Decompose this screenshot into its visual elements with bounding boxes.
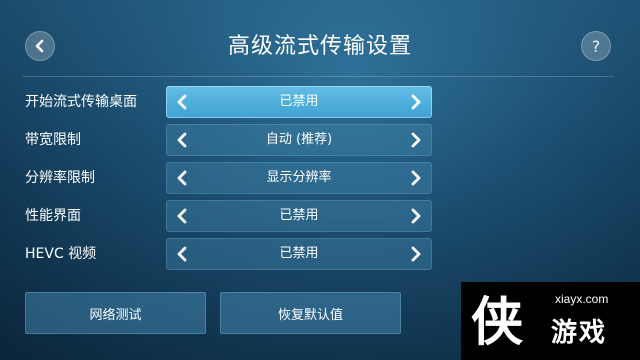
restore-defaults-button[interactable]: 恢复默认值 bbox=[220, 292, 401, 334]
previous-option-button[interactable] bbox=[166, 238, 198, 270]
selector-value: 自动 (推荐) bbox=[265, 132, 333, 147]
selector-value: 显示分辨率 bbox=[266, 170, 332, 185]
network-test-button[interactable]: 网络测试 bbox=[25, 292, 206, 334]
previous-option-button[interactable] bbox=[166, 200, 198, 232]
header-divider bbox=[22, 76, 614, 77]
next-option-button[interactable] bbox=[400, 86, 432, 118]
chevron-left-icon bbox=[177, 170, 187, 186]
setting-label-stream-desktop: 开始流式传输桌面 bbox=[25, 94, 137, 110]
setting-label-hevc: HEVC 视频 bbox=[25, 246, 97, 262]
chevron-right-icon bbox=[411, 94, 421, 110]
selector-hevc[interactable]: 已禁用 bbox=[166, 238, 432, 270]
question-icon: ? bbox=[591, 36, 601, 56]
back-button[interactable] bbox=[25, 31, 55, 61]
next-option-button[interactable] bbox=[400, 162, 432, 194]
chevron-right-icon bbox=[411, 170, 421, 186]
previous-option-button[interactable] bbox=[166, 86, 198, 118]
watermark-logo: 侠 xiayx.com 游戏 bbox=[461, 282, 640, 360]
previous-option-button[interactable] bbox=[166, 124, 198, 156]
selector-resolution[interactable]: 显示分辨率 bbox=[166, 162, 432, 194]
next-option-button[interactable] bbox=[400, 200, 432, 232]
chevron-left-icon bbox=[177, 246, 187, 262]
next-option-button[interactable] bbox=[400, 238, 432, 270]
selector-stream-desktop[interactable]: 已禁用 bbox=[166, 86, 432, 118]
help-button[interactable]: ? bbox=[581, 31, 611, 61]
selector-value: 已禁用 bbox=[279, 94, 319, 109]
setting-label-bandwidth: 带宽限制 bbox=[25, 132, 81, 148]
chevron-left-icon bbox=[177, 132, 187, 148]
restore-defaults-label: 恢复默认值 bbox=[277, 307, 343, 323]
watermark-name: 游戏 bbox=[551, 318, 608, 348]
next-option-button[interactable] bbox=[400, 124, 432, 156]
setting-label-performance-ui: 性能界面 bbox=[25, 208, 81, 224]
page-title: 高级流式传输设置 bbox=[227, 34, 412, 59]
chevron-left-icon bbox=[35, 39, 44, 53]
header: 高级流式传输设置 ? bbox=[0, 0, 640, 80]
watermark-url: xiayx.com bbox=[555, 292, 609, 306]
chevron-left-icon bbox=[177, 94, 187, 110]
selector-performance-ui[interactable]: 已禁用 bbox=[166, 200, 432, 232]
selector-value: 已禁用 bbox=[279, 246, 319, 261]
watermark-glyph: 侠 bbox=[471, 292, 524, 353]
previous-option-button[interactable] bbox=[166, 162, 198, 194]
selector-value: 已禁用 bbox=[279, 208, 319, 223]
chevron-right-icon bbox=[411, 246, 421, 262]
network-test-label: 网络测试 bbox=[89, 307, 142, 323]
setting-label-resolution: 分辨率限制 bbox=[25, 170, 95, 186]
selector-bandwidth[interactable]: 自动 (推荐) bbox=[166, 124, 432, 156]
chevron-left-icon bbox=[177, 208, 187, 224]
chevron-right-icon bbox=[411, 208, 421, 224]
chevron-right-icon bbox=[411, 132, 421, 148]
